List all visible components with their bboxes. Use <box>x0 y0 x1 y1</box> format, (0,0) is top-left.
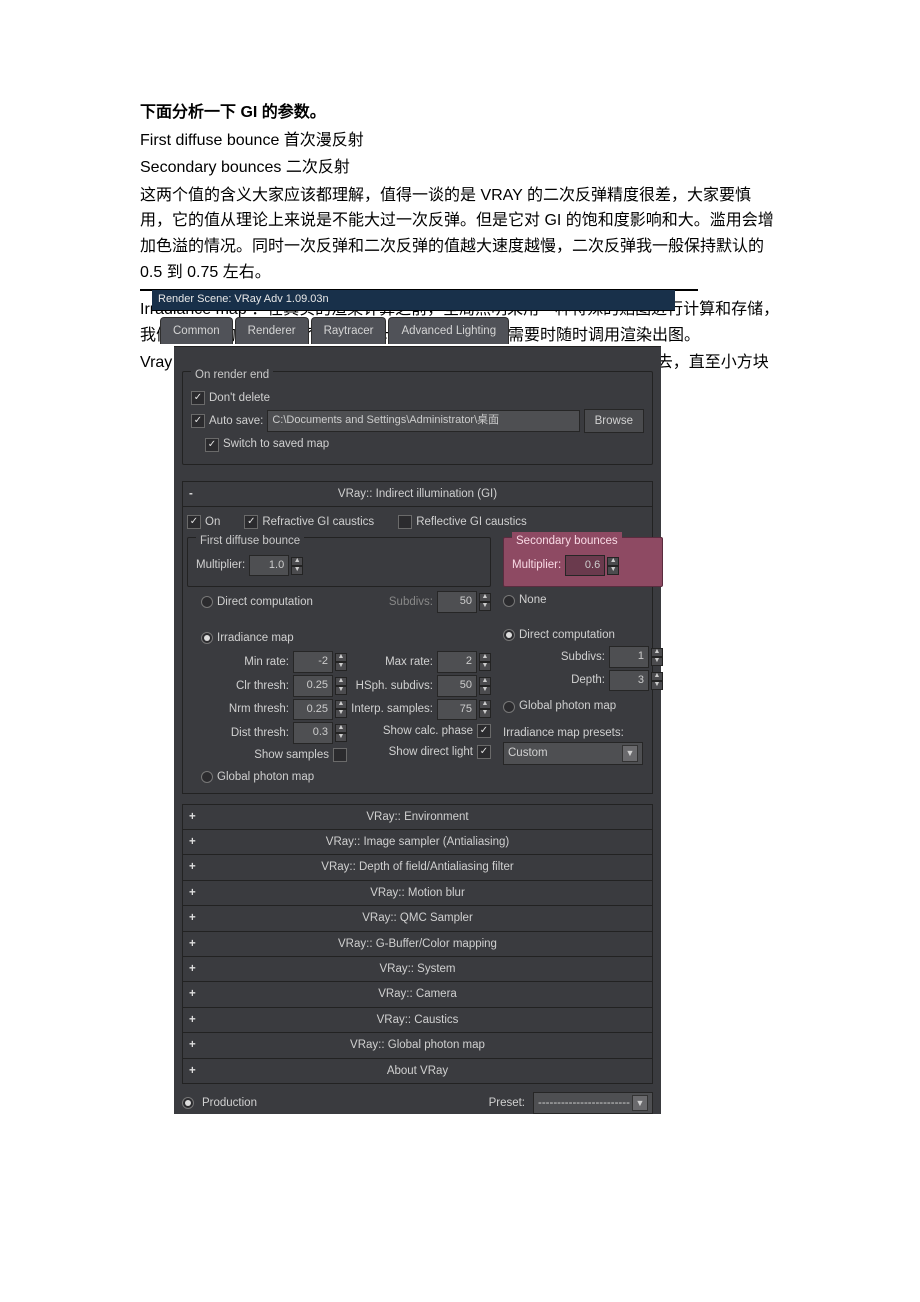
field-dist-thresh[interactable]: 0.3 <box>293 722 333 744</box>
rollup-image-sampler[interactable]: +VRay:: Image sampler (Antialiasing) <box>182 830 653 855</box>
select-preset[interactable]: ------------------------ ▼ <box>533 1092 653 1114</box>
rollup-motion-blur[interactable]: +VRay:: Motion blur <box>182 881 653 906</box>
lbl-global-photon: Global photon map <box>217 768 314 786</box>
rollup-qmc-sampler[interactable]: +VRay:: QMC Sampler <box>182 906 653 931</box>
field-first-multiplier[interactable]: 1.0 <box>249 555 289 577</box>
field-nrm-thresh[interactable]: 0.25 <box>293 699 333 721</box>
dropdown-arrow-icon: ▼ <box>632 1095 648 1111</box>
lbl-direct-subdivs: Subdivs: <box>389 593 433 611</box>
radio-production[interactable] <box>182 1097 194 1109</box>
chk-auto-save[interactable] <box>191 414 205 428</box>
window-title-text: Render Scene: VRay Adv 1.09.03n <box>158 293 329 305</box>
window-title-bar[interactable]: Render Scene: VRay Adv 1.09.03n <box>152 290 675 311</box>
lbl-production: Production <box>202 1094 257 1112</box>
rollup-gbuffer-color[interactable]: +VRay:: G-Buffer/Color mapping <box>182 932 653 957</box>
dropdown-arrow-icon: ▼ <box>622 745 638 761</box>
chk-switch-to-saved[interactable] <box>205 438 219 452</box>
chk-reflective-gi[interactable] <box>398 515 412 529</box>
doc-line-2: Secondary bounces 二次反射 <box>140 155 780 181</box>
spin-down[interactable]: ▼ <box>291 566 303 575</box>
btn-browse[interactable]: Browse <box>584 409 644 433</box>
lbl-preset: Preset: <box>489 1094 525 1112</box>
tab-raytracer[interactable]: Raytracer <box>311 317 387 344</box>
rollup-dof-aa[interactable]: +VRay:: Depth of field/Antialiasing filt… <box>182 855 653 880</box>
lbl-irradiance-map: Irradiance map <box>217 629 294 647</box>
group-title-secondary: Secondary bounces <box>512 532 622 550</box>
lbl-refractive-gi: Refractive GI caustics <box>262 513 374 531</box>
lbl-sec-global-photon: Global photon map <box>519 697 616 715</box>
tab-common[interactable]: Common <box>160 317 233 344</box>
rollup-system[interactable]: +VRay:: System <box>182 957 653 982</box>
doc-line-1: First diffuse bounce 首次漫反射 <box>140 128 780 154</box>
lbl-reflective-gi: Reflective GI caustics <box>416 513 527 531</box>
lbl-auto-save: Auto save: <box>209 412 263 430</box>
render-scene-window: Render Scene: VRay Adv 1.09.03n Common R… <box>140 289 698 291</box>
radio-irradiance-map[interactable] <box>201 632 213 644</box>
rollup-camera[interactable]: +VRay:: Camera <box>182 982 653 1007</box>
lbl-gi-on: On <box>205 513 220 531</box>
lbl-switch-to-saved: Switch to saved map <box>223 435 329 453</box>
lbl-second-multiplier: Multiplier: <box>512 556 561 574</box>
field-max-rate[interactable]: 2 <box>437 651 477 673</box>
rollup-about[interactable]: +About VRay <box>182 1059 653 1084</box>
rollup-environment[interactable]: +VRay:: Environment <box>182 804 653 830</box>
chk-show-direct[interactable] <box>477 745 491 759</box>
radio-sec-direct-comp[interactable] <box>503 629 515 641</box>
rollup-gi-title: VRay:: Indirect illumination (GI) <box>338 488 497 500</box>
lbl-sec-direct-comp: Direct computation <box>519 626 615 644</box>
chk-dont-delete[interactable] <box>191 391 205 405</box>
radio-direct-comp[interactable] <box>201 596 213 608</box>
chk-gi-on[interactable] <box>187 515 201 529</box>
tab-renderer[interactable]: Renderer <box>235 317 309 344</box>
tab-advanced-lighting[interactable]: Advanced Lighting <box>388 317 509 344</box>
rollup-global-photon-map[interactable]: +VRay:: Global photon map <box>182 1033 653 1058</box>
lbl-irr-presets: Irradiance map presets: <box>503 724 663 742</box>
field-sec-depth[interactable]: 3 <box>609 670 649 692</box>
field-direct-subdivs[interactable]: 50 <box>437 591 477 613</box>
radio-global-photon[interactable] <box>201 771 213 783</box>
tab-bar: Common Renderer Raytracer Advanced Light… <box>160 317 667 344</box>
lbl-direct-comp: Direct computation <box>217 593 313 611</box>
lbl-first-multiplier: Multiplier: <box>196 556 245 574</box>
doc-para-1: 这两个值的含义大家应该都理解，值得一谈的是 VRAY 的二次反弹精度很差，大家要… <box>140 183 780 285</box>
select-irr-presets[interactable]: Custom ▼ <box>503 742 643 764</box>
field-auto-save-path[interactable]: C:\Documents and Settings\Administrator\… <box>267 410 579 432</box>
radio-sec-global-photon[interactable] <box>503 701 515 713</box>
rollup-gi[interactable]: - VRay:: Indirect illumination (GI) <box>182 481 653 507</box>
field-sec-subdivs[interactable]: 1 <box>609 646 649 668</box>
group-title-first-bounce: First diffuse bounce <box>196 532 304 550</box>
lbl-sec-none: None <box>519 591 547 609</box>
radio-sec-none[interactable] <box>503 595 515 607</box>
field-second-multiplier[interactable]: 0.6 <box>565 555 605 577</box>
field-interp-samples[interactable]: 75 <box>437 699 477 721</box>
chk-refractive-gi[interactable] <box>244 515 258 529</box>
doc-header: 下面分析一下 GI 的参数。 <box>140 100 780 126</box>
spin-up[interactable]: ▲ <box>291 557 303 566</box>
field-min-rate[interactable]: -2 <box>293 651 333 673</box>
rollup-caustics[interactable]: +VRay:: Caustics <box>182 1008 653 1033</box>
field-clr-thresh[interactable]: 0.25 <box>293 675 333 697</box>
lbl-dont-delete: Don't delete <box>209 389 270 407</box>
group-title-on-render-end: On render end <box>191 366 273 384</box>
group-on-render-end: On render end Don't delete Auto save: C:… <box>182 371 653 465</box>
field-hsph-subdivs[interactable]: 50 <box>437 675 477 697</box>
chk-show-calc[interactable] <box>477 724 491 738</box>
rollup-gi-sign: - <box>189 485 193 503</box>
chk-show-samples[interactable] <box>333 748 347 762</box>
